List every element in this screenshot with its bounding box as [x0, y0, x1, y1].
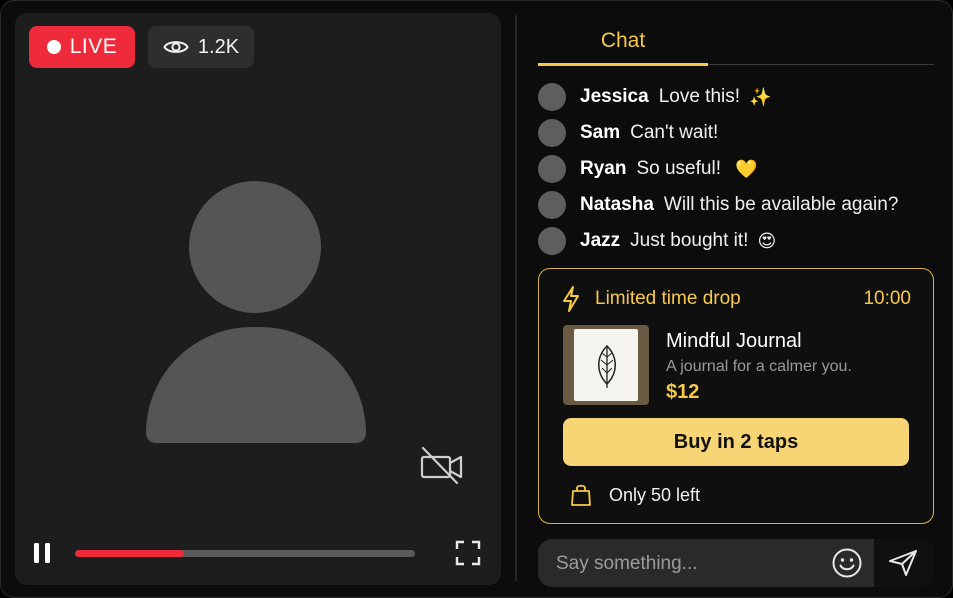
- chat-message: Sam Can't wait!: [538, 115, 938, 151]
- chat-composer: [538, 539, 934, 589]
- leaf-icon: [598, 344, 616, 388]
- chat-text: Will this be available again?: [663, 194, 899, 215]
- chat-username: Sam: [580, 122, 621, 143]
- send-icon: [889, 550, 917, 576]
- progress-bar[interactable]: [75, 550, 415, 557]
- video-player[interactable]: LIVE 1.2K: [15, 13, 501, 585]
- chat-username: Jazz: [580, 230, 621, 251]
- eye-icon: [163, 41, 189, 53]
- product-description: A journal for a calmer you.: [666, 358, 852, 375]
- shopping-bag-icon: [571, 484, 591, 506]
- chat-input[interactable]: [554, 539, 828, 589]
- tab-baseline: [708, 64, 934, 65]
- product-thumbnail[interactable]: [563, 325, 649, 405]
- sparkles-icon: ✨: [749, 86, 772, 107]
- host-avatar-head: [189, 181, 321, 313]
- journal-cover: [574, 329, 638, 401]
- viewer-count: 1.2K: [197, 35, 240, 58]
- chat-username: Jessica: [580, 86, 649, 107]
- chat-message: Jazz Just bought it! 😍: [538, 223, 938, 259]
- camera-off-icon[interactable]: [419, 445, 465, 485]
- stock-label: Only 50 left: [609, 485, 701, 505]
- avatar: [538, 191, 566, 219]
- tab-chat[interactable]: Chat: [538, 25, 708, 65]
- chat-username: Ryan: [580, 158, 627, 179]
- chat-message: Natasha Will this be available again?: [538, 187, 938, 223]
- product-name: Mindful Journal: [666, 330, 802, 352]
- live-dot-icon: [46, 40, 61, 54]
- emoji-icon[interactable]: [831, 547, 863, 579]
- lightning-icon: [563, 286, 579, 312]
- chat-username: Natasha: [580, 194, 654, 215]
- buy-button[interactable]: Buy in 2 taps: [563, 418, 909, 466]
- live-badge: LIVE: [29, 26, 135, 68]
- drop-label: Limited time drop: [595, 288, 741, 309]
- product-price: $12: [666, 381, 700, 403]
- tab-active-indicator: [538, 63, 708, 66]
- chat-text: So useful!: [636, 158, 721, 179]
- product-drop-card: Limited time drop 10:00 Mindful Journal …: [538, 268, 934, 524]
- chat-message-list: Jessica Love this! ✨ Sam Can't wait! Rya…: [538, 79, 938, 259]
- heart-eyes-icon: 😍: [757, 230, 777, 251]
- live-label: LIVE: [69, 35, 118, 58]
- chat-text: Love this!: [658, 86, 741, 107]
- avatar: [538, 83, 566, 111]
- fullscreen-icon[interactable]: [455, 540, 481, 566]
- pause-icon[interactable]: [31, 541, 53, 565]
- panel-divider: [515, 15, 517, 581]
- avatar: [538, 227, 566, 255]
- drop-timer: 10:00: [863, 288, 911, 309]
- avatar: [538, 155, 566, 183]
- chat-message: Ryan So useful! 💛: [538, 151, 938, 187]
- chat-text: Can't wait!: [630, 122, 719, 143]
- viewer-count-badge: 1.2K: [148, 26, 254, 68]
- avatar: [538, 119, 566, 147]
- live-shopping-window: LIVE 1.2K Chat Jessica Love this! ✨ Sam …: [0, 0, 953, 598]
- send-button[interactable]: [874, 539, 934, 587]
- chat-text: Just bought it!: [630, 230, 749, 251]
- progress-fill: [75, 550, 184, 557]
- chat-message: Jessica Love this! ✨: [538, 79, 938, 115]
- host-avatar-body: [146, 327, 366, 443]
- yellow-heart-icon: 💛: [734, 158, 758, 179]
